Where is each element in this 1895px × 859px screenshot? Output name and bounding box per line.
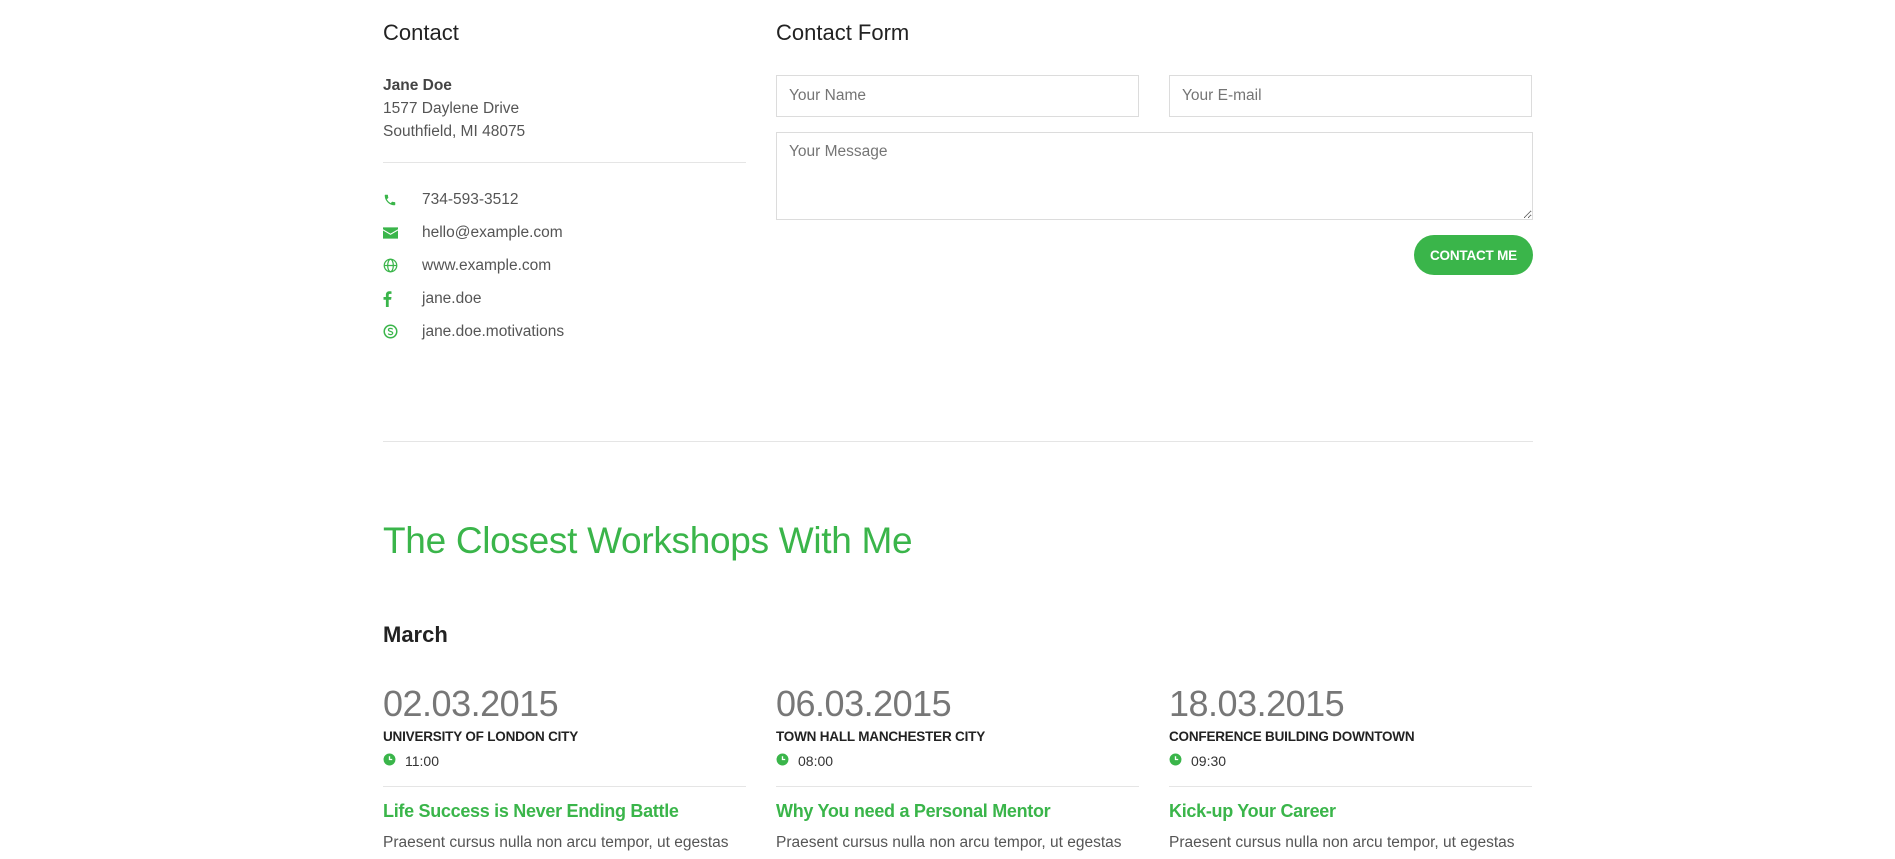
event-time-text: 09:30 <box>1191 753 1227 769</box>
contact-me-button[interactable]: CONTACT ME <box>1414 235 1533 275</box>
mail-icon <box>383 226 422 239</box>
event-time: 09:30 <box>1169 753 1532 769</box>
clock-icon <box>1169 753 1182 769</box>
events-list: 02.03.2015 UNIVERSITY OF LONDON CITY 11:… <box>383 683 1533 852</box>
event-description: Praesent cursus nulla non arcu tempor, u… <box>1169 834 1515 851</box>
message-textarea[interactable] <box>776 132 1533 220</box>
facebook-text: jane.doe <box>422 289 482 307</box>
name-input[interactable] <box>776 75 1139 117</box>
facebook-icon <box>383 290 422 307</box>
event-time-text: 11:00 <box>405 753 439 769</box>
website-text: www.example.com <box>422 256 552 274</box>
address-line-2: Southfield, MI 48075 <box>383 123 526 140</box>
email-input[interactable] <box>1169 75 1532 117</box>
month-heading: March <box>383 622 448 647</box>
event-description: Praesent cursus nulla non arcu tempor, u… <box>383 834 729 851</box>
contact-email[interactable]: hello@example.com <box>383 216 746 249</box>
contact-section: Contact Jane Doe 1577 Daylene Drive Sout… <box>383 20 746 348</box>
event-divider <box>1169 786 1532 787</box>
event-date: 18.03.2015 <box>1169 683 1345 724</box>
contact-form-section: Contact Form CONTACT ME <box>776 20 1533 275</box>
skype-text: jane.doe.motivations <box>422 322 565 340</box>
globe-icon <box>383 258 422 273</box>
clock-icon <box>383 753 396 769</box>
phone-text: 734-593-3512 <box>422 190 519 208</box>
contact-heading: Contact <box>383 20 459 45</box>
submit-wrap: CONTACT ME <box>776 235 1533 275</box>
contact-skype[interactable]: jane.doe.motivations <box>383 315 746 348</box>
event-time: 11:00 <box>383 753 746 769</box>
event-venue: UNIVERSITY OF LONDON CITY <box>383 729 579 744</box>
event-date: 02.03.2015 <box>383 683 559 724</box>
workshops-title: The Closest Workshops With Me <box>383 520 913 561</box>
event-card: 02.03.2015 UNIVERSITY OF LONDON CITY 11:… <box>383 683 746 852</box>
contact-divider <box>383 162 746 163</box>
contact-facebook[interactable]: jane.doe <box>383 282 746 315</box>
address-block: Jane Doe 1577 Daylene Drive Southfield, … <box>383 74 746 143</box>
skype-icon <box>383 324 422 339</box>
event-time: 08:00 <box>776 753 1139 769</box>
clock-icon <box>776 753 789 769</box>
event-title-link[interactable]: Kick-up Your Career <box>1169 801 1532 822</box>
event-date: 06.03.2015 <box>776 683 952 724</box>
email-text: hello@example.com <box>422 223 563 241</box>
phone-icon <box>383 193 422 207</box>
event-venue: CONFERENCE BUILDING DOWNTOWN <box>1169 729 1415 744</box>
contact-form-heading: Contact Form <box>776 20 910 45</box>
event-time-text: 08:00 <box>798 753 834 769</box>
event-divider <box>776 786 1139 787</box>
contact-name: Jane Doe <box>383 77 452 94</box>
event-venue: TOWN HALL MANCHESTER CITY <box>776 729 985 744</box>
event-title-link[interactable]: Why You need a Personal Mentor <box>776 801 1139 822</box>
contact-info-list: 734-593-3512 hello@example.com www.examp… <box>383 183 746 348</box>
event-card: 06.03.2015 TOWN HALL MANCHESTER CITY 08:… <box>776 683 1139 852</box>
event-description: Praesent cursus nulla non arcu tempor, u… <box>776 834 1122 851</box>
form-row <box>776 75 1533 117</box>
section-divider <box>383 441 1533 442</box>
event-title-link[interactable]: Life Success is Never Ending Battle <box>383 801 746 822</box>
address-line-1: 1577 Daylene Drive <box>383 100 520 117</box>
event-divider <box>383 786 746 787</box>
contact-website[interactable]: www.example.com <box>383 249 746 282</box>
contact-phone[interactable]: 734-593-3512 <box>383 183 746 216</box>
event-card: 18.03.2015 CONFERENCE BUILDING DOWNTOWN … <box>1169 683 1532 852</box>
